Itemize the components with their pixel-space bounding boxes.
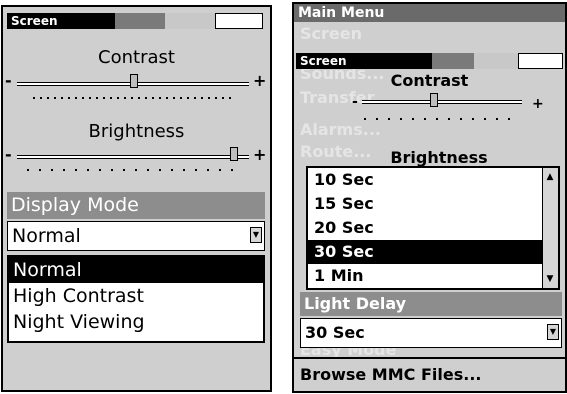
contrast-plus: +: [253, 71, 267, 90]
popup-screen-title: Screen: [300, 54, 347, 68]
menu-item-faded: Screen: [300, 24, 362, 43]
menu-item-faded: Alarms...: [300, 120, 381, 139]
popup-contrast-slider-track[interactable]: [362, 100, 522, 104]
contrast-ticks: [33, 97, 233, 99]
brightness-slider-thumb[interactable]: [230, 147, 238, 161]
display-mode-select[interactable]: Normal ▼: [7, 221, 265, 251]
contrast-slider-thumb[interactable]: [130, 74, 138, 88]
light-delay-value: 30 Sec: [305, 323, 365, 342]
list-scrollbar[interactable]: ▲ ▼: [542, 168, 558, 288]
list-item[interactable]: Normal: [9, 257, 263, 283]
popup-contrast-minus: -: [352, 94, 358, 110]
light-delay-select[interactable]: 30 Sec ▼: [300, 318, 562, 348]
screen-title-bar: Screen: [7, 13, 263, 29]
browse-mmc-files-item[interactable]: Browse MMC Files...: [294, 357, 565, 391]
popup-contrast-label: Contrast: [390, 71, 469, 90]
display-mode-value: Normal: [12, 225, 81, 247]
main-menu-title: Main Menu: [294, 4, 565, 22]
list-item[interactable]: Night Viewing: [9, 309, 263, 335]
list-item[interactable]: 20 Sec: [308, 216, 558, 240]
brightness-label: Brightness: [88, 121, 185, 142]
screen-settings-panel: Screen Contrast - + Brightness - + Displ…: [1, 5, 272, 392]
popup-screen-title-bar: Screen: [296, 53, 563, 69]
light-delay-label: Light Delay: [300, 292, 562, 316]
list-item[interactable]: 1 Min: [308, 264, 558, 288]
chevron-down-icon[interactable]: ▼: [544, 272, 556, 286]
main-menu-panel: Main Menu Screen Sounds... Transfer... A…: [292, 2, 567, 393]
list-item[interactable]: 10 Sec: [308, 168, 558, 192]
contrast-swatch-dark: [432, 53, 474, 69]
popup-contrast-plus: +: [532, 96, 544, 112]
list-item[interactable]: 15 Sec: [308, 192, 558, 216]
contrast-swatch-dark: [115, 13, 165, 29]
brightness-minus: -: [5, 145, 12, 164]
popup-brightness-label: Brightness: [390, 148, 488, 167]
list-item[interactable]: High Contrast: [9, 283, 263, 309]
list-item[interactable]: 30 Sec: [308, 240, 558, 264]
contrast-swatch-light: [165, 13, 215, 29]
popup-contrast-ticks: [364, 118, 514, 120]
menu-item-faded: Route...: [300, 142, 372, 161]
contrast-label: Contrast: [98, 47, 175, 68]
chevron-up-icon[interactable]: ▲: [544, 170, 556, 184]
screen-title: Screen: [11, 14, 58, 28]
contrast-swatch-white: [518, 53, 563, 69]
brightness-plus: +: [253, 145, 267, 164]
brightness-slider-track[interactable]: [17, 155, 249, 159]
display-mode-list: Normal High Contrast Night Viewing: [7, 255, 265, 343]
chevron-down-icon[interactable]: ▼: [250, 227, 262, 243]
menu-item-faded: Transfer...: [300, 88, 391, 107]
contrast-minus: -: [5, 71, 12, 90]
display-mode-label: Display Mode: [7, 192, 265, 219]
popup-contrast-slider-thumb[interactable]: [430, 93, 438, 107]
contrast-swatch-white: [215, 13, 263, 29]
chevron-down-icon[interactable]: ▼: [547, 324, 559, 340]
contrast-swatch-light: [474, 53, 518, 69]
light-delay-dropdown-list: 10 Sec 15 Sec 20 Sec 30 Sec 1 Min ▲ ▼: [306, 166, 560, 290]
brightness-ticks: [27, 169, 237, 171]
